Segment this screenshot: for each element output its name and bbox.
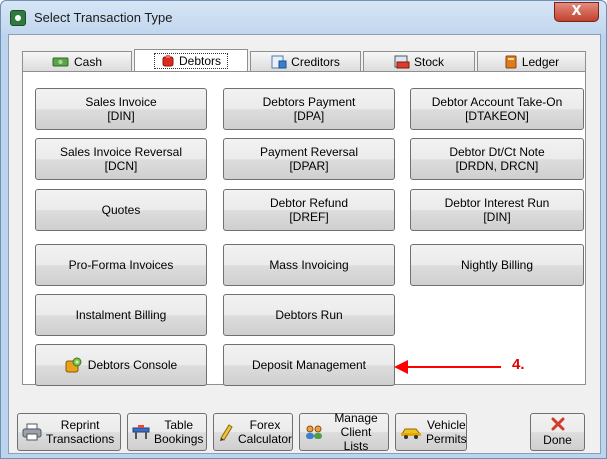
debtors-run-button[interactable]: Debtors Run	[223, 294, 395, 336]
stock-icon	[394, 55, 410, 68]
close-window-button[interactable]: X	[554, 2, 599, 22]
printer-icon	[22, 423, 42, 441]
button-label: Sales Invoice	[85, 95, 157, 109]
sales-invoice-button[interactable]: Sales Invoice [DIN]	[35, 88, 207, 130]
button-label-2: Bookings	[154, 432, 204, 446]
button-label: Debtors Payment	[262, 95, 356, 109]
manage-client-lists-button[interactable]: Manage Client Lists	[299, 411, 389, 453]
button-label: Quotes	[101, 203, 141, 217]
button-label: Mass Invoicing	[269, 258, 349, 272]
close-icon	[551, 417, 564, 431]
debtors-console-button[interactable]: Debtors Console	[35, 344, 207, 386]
forex-calculator-button[interactable]: Forex Calculator	[213, 413, 293, 451]
tab-label: Debtors	[178, 53, 222, 68]
tab-label: Stock	[413, 54, 444, 69]
forex-icon	[220, 424, 233, 441]
button-label: Deposit Management	[251, 358, 367, 372]
done-button[interactable]: Done	[530, 413, 585, 451]
table-bookings-button[interactable]: Table Bookings	[127, 413, 207, 451]
button-code: [DCN]	[104, 159, 138, 173]
annotation-label: 4.	[512, 356, 525, 373]
debtor-dt-ct-note-button[interactable]: Debtor Dt/Ct Note [DRDN, DRCN]	[410, 138, 584, 180]
tab-debtors[interactable]: Debtors	[134, 49, 248, 72]
tab-creditors[interactable]: Creditors	[250, 51, 361, 72]
vehicle-permits-button[interactable]: Vehicle Permits	[395, 413, 467, 451]
mass-invoicing-button[interactable]: Mass Invoicing	[223, 244, 395, 286]
debtor-interest-run-button[interactable]: Debtor Interest Run [DIN]	[410, 189, 584, 231]
car-icon	[401, 428, 422, 439]
button-label: Sales Invoice Reversal	[59, 145, 183, 159]
button-label: Table	[164, 418, 194, 432]
button-label: Done	[543, 433, 572, 447]
reprint-transactions-button[interactable]: Reprint Transactions	[17, 413, 121, 451]
payment-reversal-button[interactable]: Payment Reversal [DPAR]	[223, 138, 395, 180]
tab-cash[interactable]: Cash	[22, 51, 132, 72]
button-label: Debtors Run	[275, 308, 343, 322]
button-label: Debtor Dt/Ct Note	[449, 145, 545, 159]
pro-forma-invoices-button[interactable]: Pro-Forma Invoices	[35, 244, 207, 286]
button-label: Manage	[334, 411, 378, 425]
tab-ledger[interactable]: Ledger	[477, 51, 586, 72]
button-label: Debtor Account Take-On	[431, 95, 563, 109]
app-icon	[10, 10, 26, 26]
tab-label: Ledger	[521, 54, 560, 69]
creditors-icon	[271, 55, 287, 68]
tab-stock[interactable]: Stock	[363, 51, 475, 72]
button-code: [DPAR]	[289, 159, 329, 173]
close-icon: X	[571, 4, 582, 19]
button-label: Debtor Interest Run	[444, 196, 550, 210]
button-code: [DIN]	[107, 109, 135, 123]
button-label: Payment Reversal	[259, 145, 359, 159]
button-label: Nightly Billing	[460, 258, 534, 272]
annotation-arrow-line	[405, 366, 501, 368]
button-label: Debtor Refund	[269, 196, 349, 210]
button-code: [DIN]	[483, 210, 511, 224]
title-bar[interactable]: Select Transaction Type X	[1, 1, 606, 34]
nightly-billing-button[interactable]: Nightly Billing	[410, 244, 584, 286]
button-code: [DPA]	[293, 109, 325, 123]
annotation-arrow-head	[394, 360, 408, 374]
debtors-icon	[162, 54, 174, 66]
button-label-2: Transactions	[46, 432, 115, 446]
tab-label: Creditors	[291, 54, 340, 69]
button-label: Forex	[249, 418, 281, 432]
button-code: [DTAKEON]	[465, 109, 529, 123]
sales-invoice-reversal-button[interactable]: Sales Invoice Reversal [DCN]	[35, 138, 207, 180]
table-icon	[132, 425, 150, 439]
button-label-2: Client Lists	[340, 425, 372, 453]
debtors-payment-button[interactable]: Debtors Payment [DPA]	[223, 88, 395, 130]
debtor-refund-button[interactable]: Debtor Refund [DREF]	[223, 189, 395, 231]
button-code: [DREF]	[289, 210, 329, 224]
tab-label: Cash	[73, 54, 102, 69]
button-label-2: Permits	[426, 432, 467, 446]
debtor-account-take-on-button[interactable]: Debtor Account Take-On [DTAKEON]	[410, 88, 584, 130]
button-label-2: Calculator	[238, 432, 293, 446]
users-icon	[306, 425, 322, 439]
button-label: Instalment Billing	[75, 308, 167, 322]
debtors-console-icon	[65, 357, 82, 373]
cash-icon	[52, 57, 69, 66]
instalment-billing-button[interactable]: Instalment Billing	[35, 294, 207, 336]
button-label: Debtors Console	[87, 358, 178, 372]
button-label: Vehicle	[426, 418, 466, 432]
button-code: [DRDN, DRCN]	[455, 159, 539, 173]
window-title: Select Transaction Type	[34, 10, 173, 25]
quotes-button[interactable]: Quotes	[35, 189, 207, 231]
button-label: Reprint	[60, 418, 100, 432]
button-label: Pro-Forma Invoices	[68, 258, 174, 272]
ledger-icon	[505, 55, 517, 68]
deposit-management-button[interactable]: Deposit Management	[223, 344, 395, 386]
